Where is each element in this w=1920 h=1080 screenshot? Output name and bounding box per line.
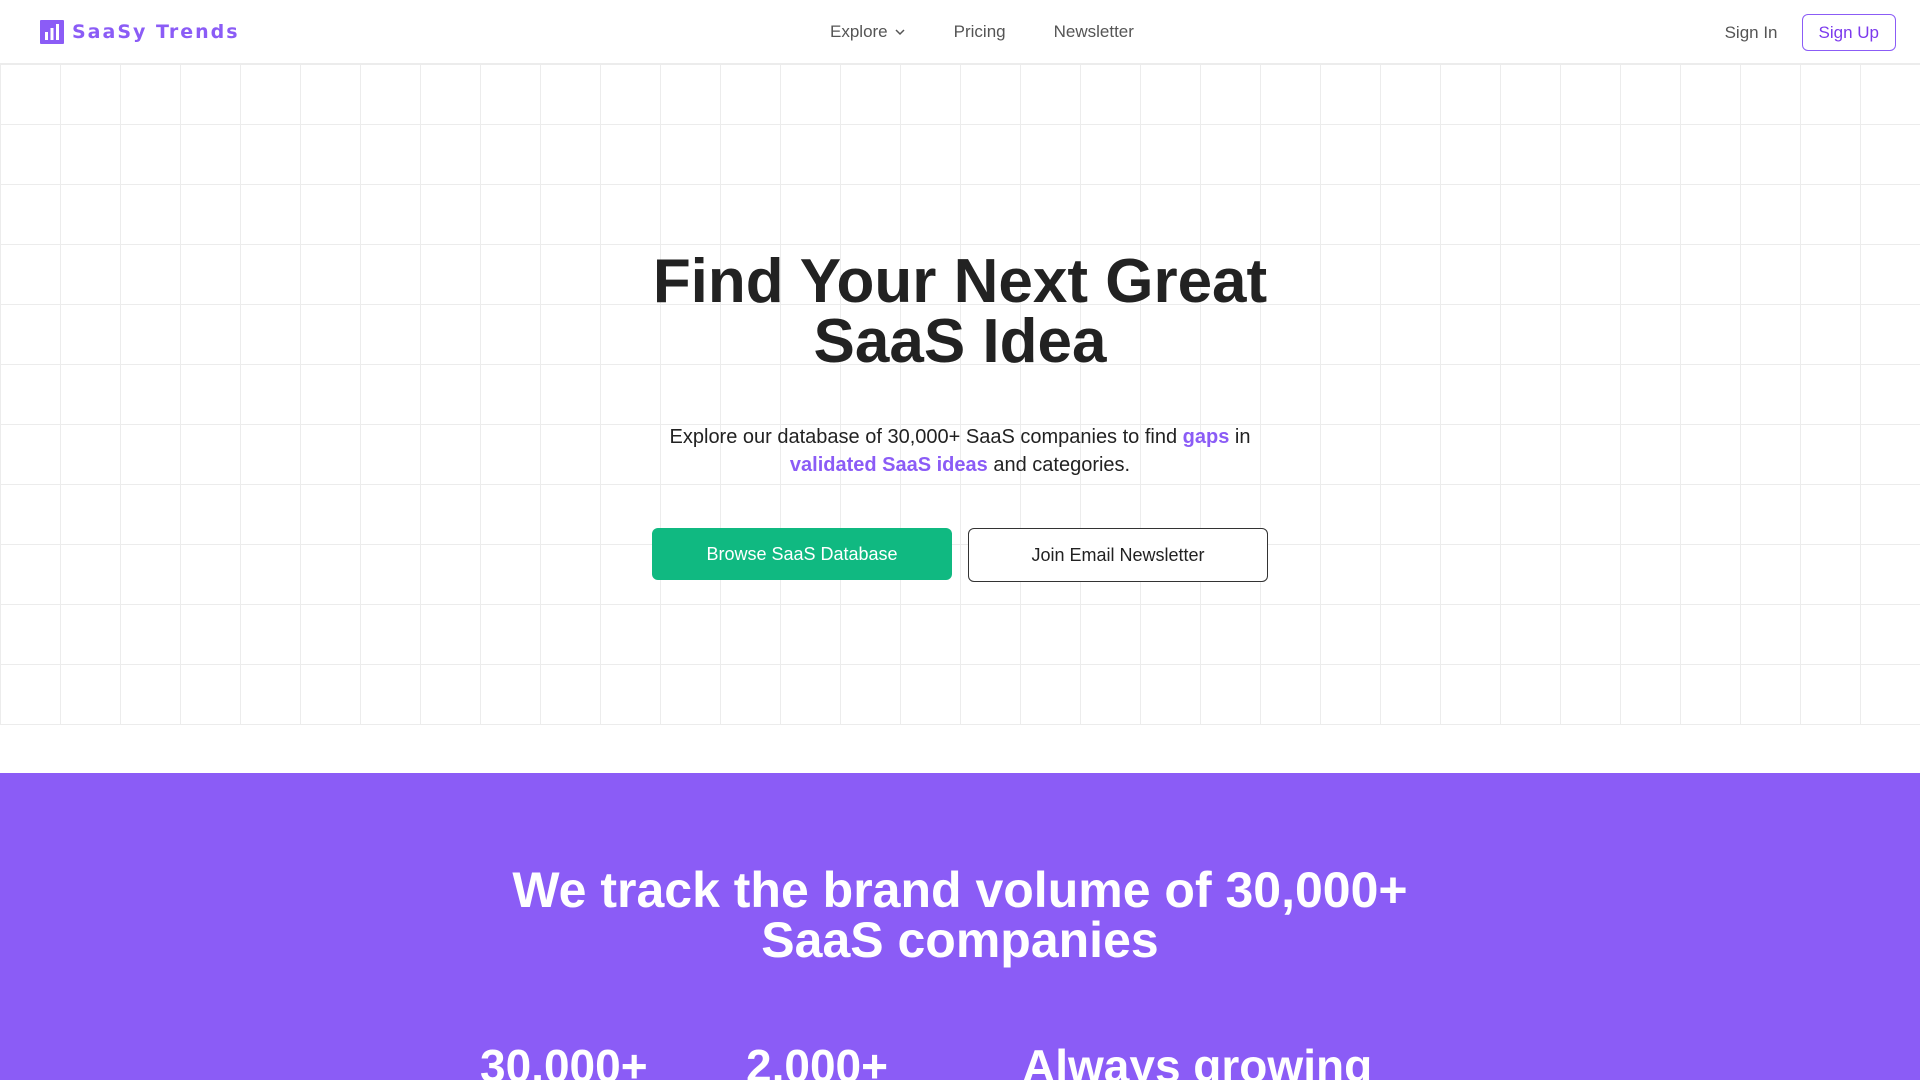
stats-heading-line-1: We track the brand volume of 30,000+ [512, 862, 1408, 918]
bar-chart-icon [40, 20, 64, 44]
stats-section: We track the brand volume of 30,000+ Saa… [0, 773, 1920, 1080]
nav-explore-dropdown[interactable]: Explore [830, 22, 906, 42]
brand-logo-link[interactable]: SaaSy Trends [40, 20, 240, 44]
brand-name: SaaSy Trends [72, 21, 240, 43]
nav-explore-label: Explore [830, 22, 888, 41]
highlight-validated-ideas: validated SaaS ideas [789, 454, 988, 476]
hero-subtitle-text-1: Explore our database of 30,000+ SaaS com… [669, 426, 1183, 448]
hero-title: Find Your Next Great SaaS Idea [0, 247, 1920, 376]
nav-newsletter-link[interactable]: Newsletter [1054, 22, 1134, 42]
hero-subtitle-text-2: in [1229, 426, 1251, 448]
chevron-down-icon [895, 29, 905, 36]
highlight-gaps: gaps [1182, 426, 1230, 448]
sign-in-link[interactable]: Sign In [1725, 23, 1778, 43]
stats-heading-line-2: SaaS companies [761, 912, 1159, 968]
auth-actions: Sign In Sign Up [1725, 14, 1896, 51]
browse-saas-database-button[interactable]: Browse SaaS Database [652, 528, 952, 580]
stat-always-growing: Always growing [1022, 1040, 1373, 1080]
top-navigation: SaaSy Trends Explore Pricing Newsletter … [0, 0, 1920, 64]
hero-title-line-2: SaaS Idea [813, 307, 1107, 376]
nav-pricing-link[interactable]: Pricing [954, 22, 1006, 42]
hero-subtitle: Explore our database of 30,000+ SaaS com… [560, 423, 1360, 479]
main-menu: Explore Pricing Newsletter [830, 20, 1134, 44]
sign-up-button[interactable]: Sign Up [1801, 14, 1896, 51]
hero-subtitle-text-3: and categories. [987, 454, 1131, 476]
stat-second-count: 2,000+ [746, 1040, 888, 1080]
hero-section: Find Your Next Great SaaS Idea Explore o… [0, 64, 1920, 725]
stat-companies-count: 30,000+ [480, 1040, 648, 1080]
hero-title-line-1: Find Your Next Great [652, 247, 1268, 316]
stats-heading: We track the brand volume of 30,000+ Saa… [0, 865, 1920, 965]
join-email-newsletter-button[interactable]: Join Email Newsletter [968, 528, 1268, 582]
